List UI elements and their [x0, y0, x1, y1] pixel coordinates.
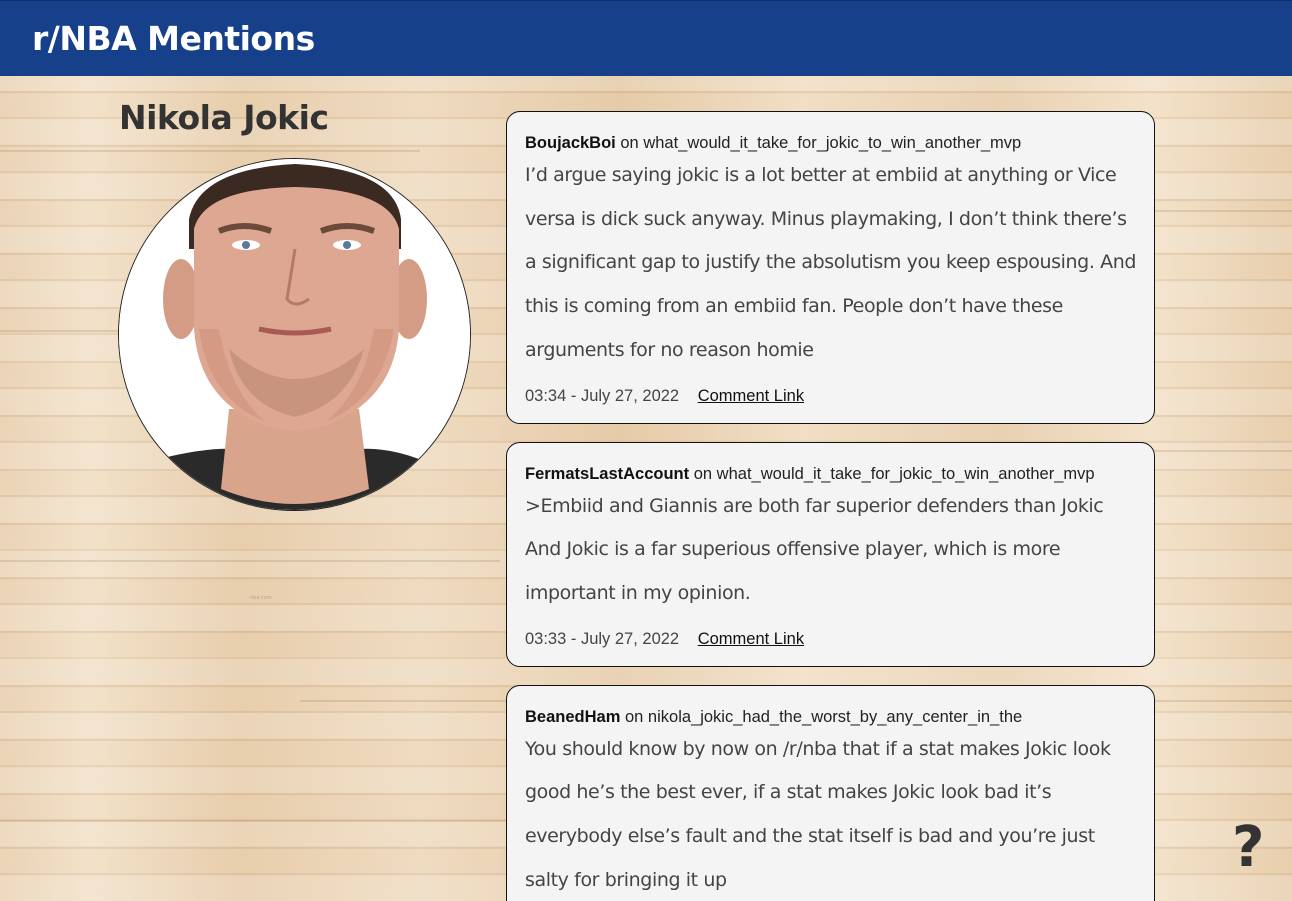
help-question-icon[interactable]: ? [1232, 818, 1264, 878]
comment-body: You should know by now on /r/nba that if… [525, 737, 1111, 891]
photo-watermark: nba.com [250, 595, 272, 601]
comment-on-label: on [693, 464, 713, 483]
comment-list: BoujackBoi on what_would_it_take_for_jok… [506, 111, 1155, 901]
comment-timestamp: 03:34 - July 27, 2022 [525, 386, 680, 405]
player-photo [118, 158, 471, 511]
comment-card: FermatsLastAccount on what_would_it_take… [506, 441, 1155, 667]
comment-on-label: on [620, 134, 639, 152]
comment-link[interactable]: Comment Link [698, 387, 804, 405]
comment-link[interactable]: Comment Link [698, 630, 804, 648]
comment-footer: 03:33 - July 27, 2022 Comment Link [525, 628, 1136, 650]
comment-meta: FermatsLastAccount on what_would_it_take… [525, 463, 1136, 485]
player-name: Nikola Jokic [119, 98, 329, 137]
app-header: r/NBA Mentions [0, 0, 1292, 76]
comment-meta: BeanedHam on nikola_jokic_had_the_worst_… [525, 706, 1136, 728]
comment-body: >Embiid and Giannis are both far superio… [525, 494, 1104, 604]
comment-card: BeanedHam on nikola_jokic_had_the_worst_… [506, 684, 1155, 901]
comment-on-label: on [624, 707, 644, 726]
comment-timestamp: 03:33 - July 27, 2022 [525, 629, 680, 648]
comment-author[interactable]: BeanedHam [525, 708, 620, 726]
comment-thread[interactable]: nikola_jokic_had_the_worst_by_any_center… [648, 708, 1022, 726]
comment-author[interactable]: FermatsLastAccount [525, 465, 689, 483]
comment-footer: 03:34 - July 27, 2022 Comment Link [525, 385, 1136, 407]
comment-card: BoujackBoi on what_would_it_take_for_jok… [506, 111, 1155, 424]
floor-seam [0, 150, 420, 152]
comment-meta: BoujackBoi on what_would_it_take_for_jok… [525, 132, 1136, 154]
player-headshot-icon [119, 159, 470, 510]
comment-author[interactable]: BoujackBoi [525, 134, 616, 152]
comment-thread[interactable]: what_would_it_take_for_jokic_to_win_anot… [717, 465, 1095, 483]
comment-body: I’d argue saying jokic is a lot better a… [525, 164, 1137, 361]
comment-thread[interactable]: what_would_it_take_for_jokic_to_win_anot… [643, 134, 1021, 152]
app-title: r/NBA Mentions [32, 19, 315, 58]
floor-seam [0, 560, 500, 562]
